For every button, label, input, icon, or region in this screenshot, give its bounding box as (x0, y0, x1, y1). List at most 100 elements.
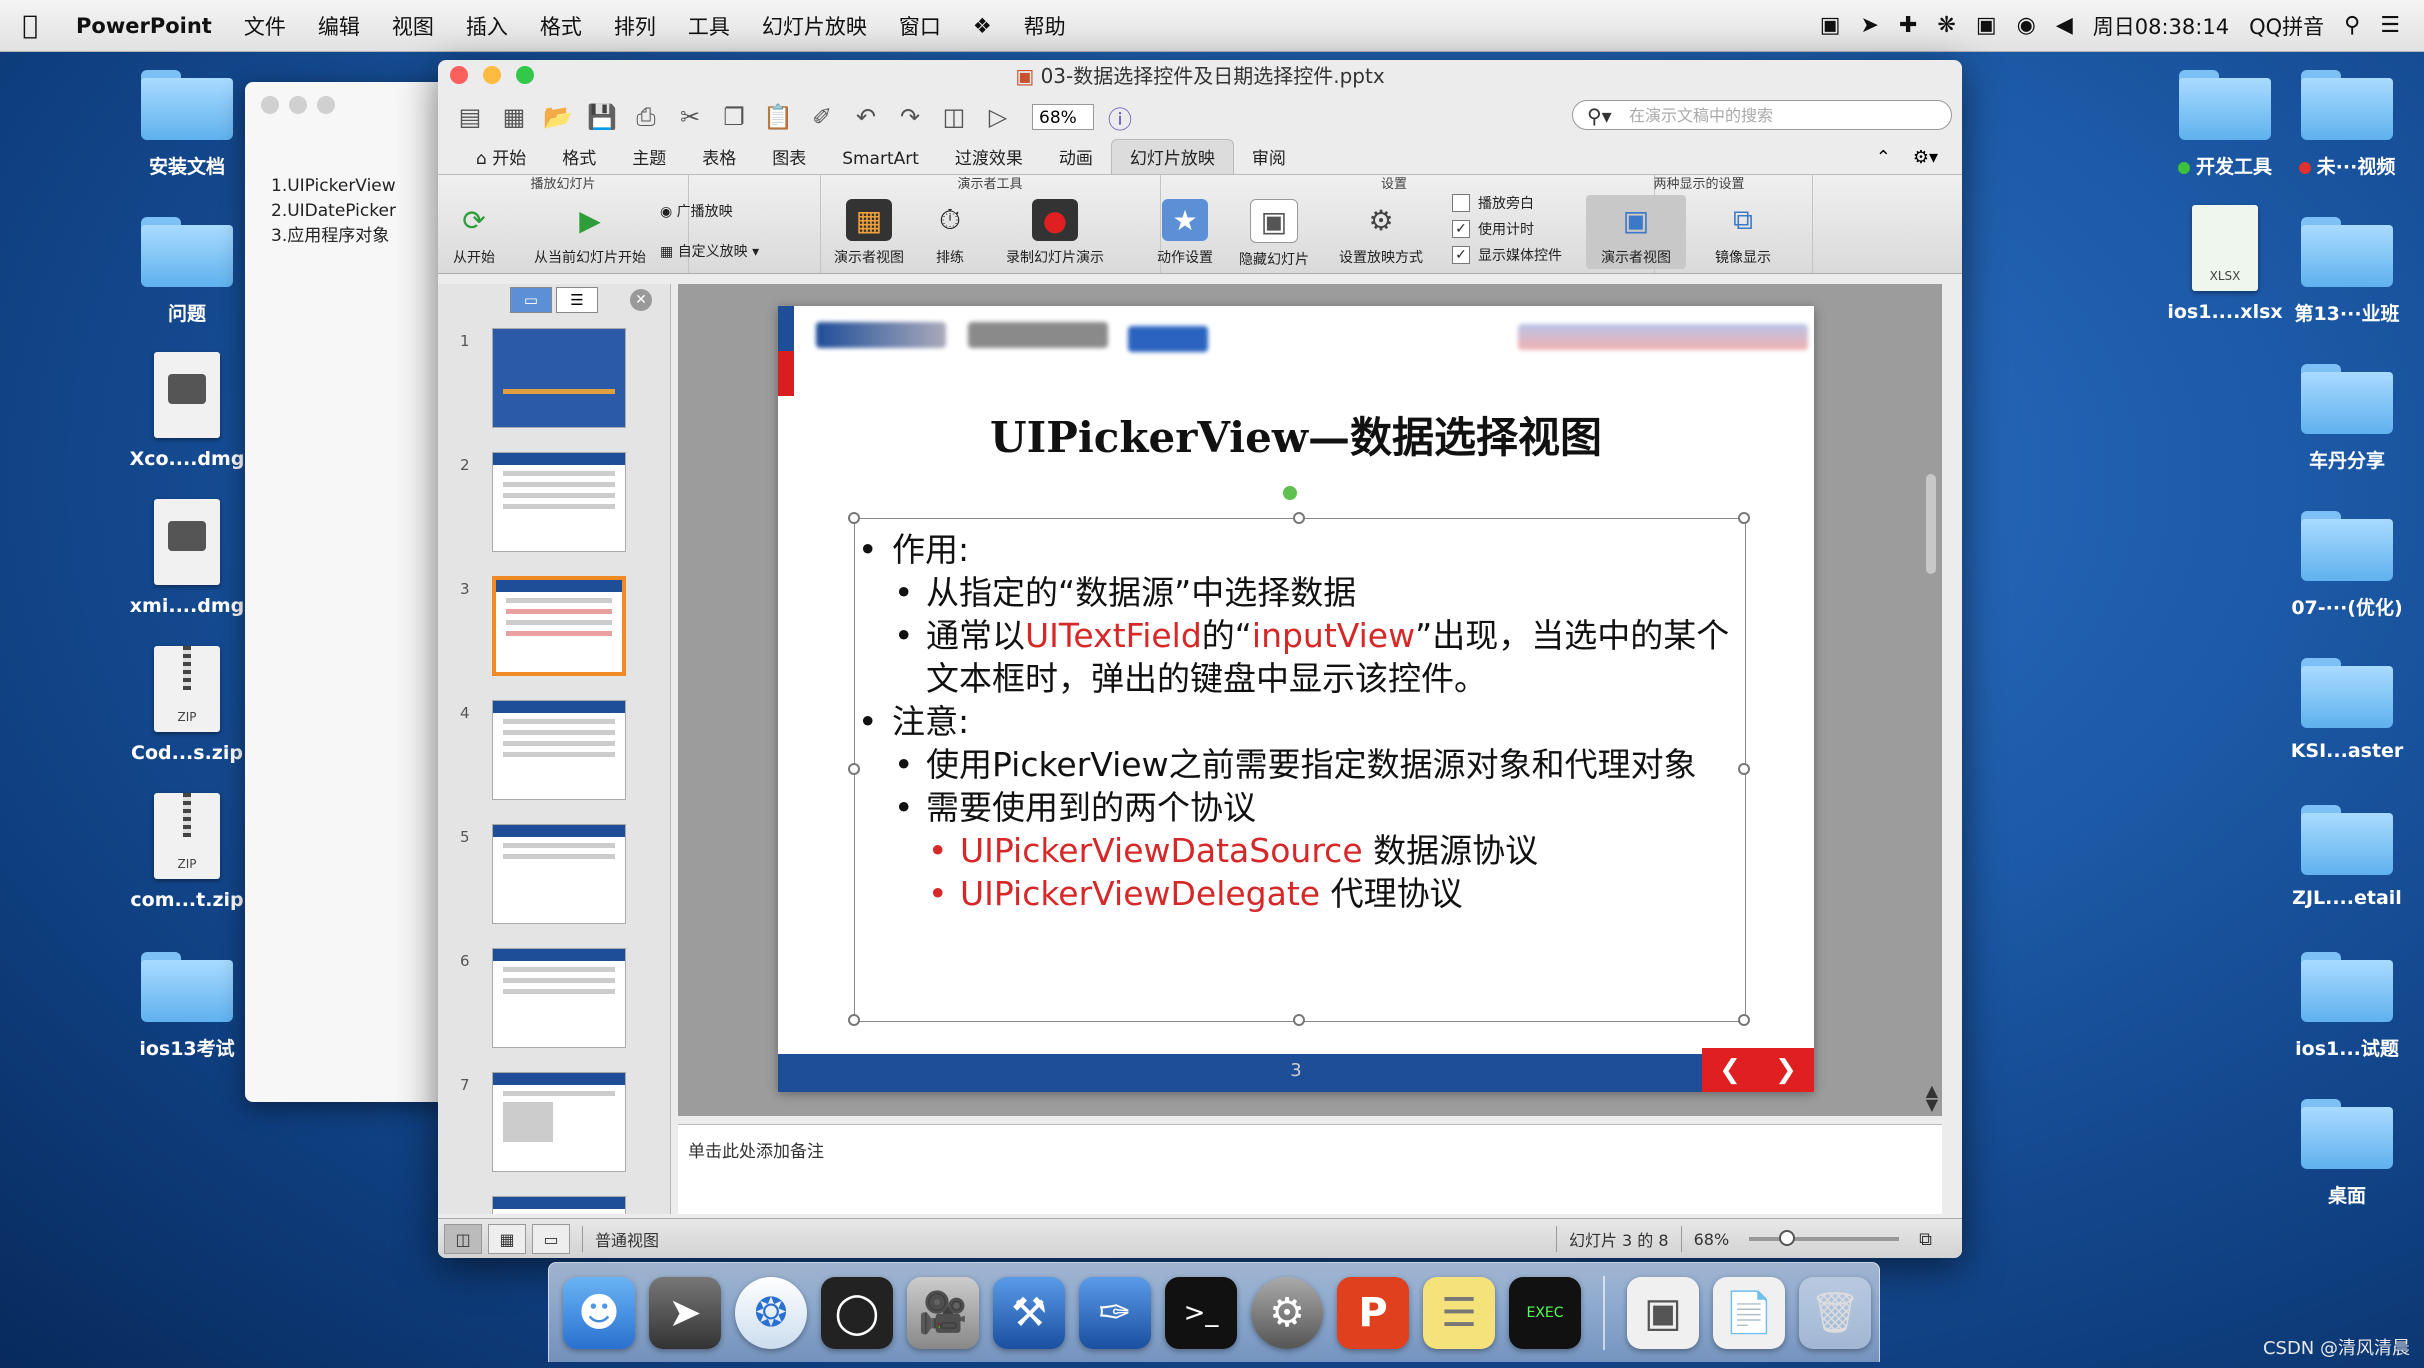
desktop-folder-zjl[interactable]: ZJL....etail (2262, 805, 2424, 909)
search-input[interactable]: ⚲▾ 在演示文稿中的搜索 (1572, 100, 1952, 130)
tab-smartart[interactable]: SmartArt (824, 145, 937, 174)
notes-icon[interactable]: ☰ (1423, 1276, 1495, 1349)
zoom-select[interactable]: 68% (1032, 104, 1094, 130)
show-media-controls-checkbox[interactable]: ✓ 显示媒体控件 (1452, 245, 1562, 265)
tab-tables[interactable]: 表格 (684, 140, 754, 174)
slide-thumbnail-4[interactable] (492, 700, 626, 800)
slide-show-view-icon[interactable]: ▭ (532, 1224, 570, 1254)
print-icon[interactable]: ⎙ (628, 101, 664, 133)
tab-animations[interactable]: 动画 (1041, 140, 1111, 174)
menu-file[interactable]: 文件 (228, 11, 302, 41)
hide-slide-button[interactable]: ▣ 隐藏幻灯片 (1234, 199, 1314, 269)
network-icon[interactable]: ❋ (1937, 13, 1955, 38)
menu-app-name[interactable]: PowerPoint (60, 14, 228, 38)
camera-icon[interactable]: ▣ (1820, 13, 1841, 38)
rotate-handle[interactable] (1283, 486, 1297, 500)
slide-thumbnail-2[interactable] (492, 452, 626, 552)
outline-window[interactable]: 1.UIPickerView 2.UIDatePicker 3.应用程序对象 (245, 82, 445, 1102)
tab-format[interactable]: 格式 (544, 140, 614, 174)
broadcast-button[interactable]: ◉ 广播放映 (660, 201, 733, 221)
desktop-folder-share[interactable]: 车丹分享 (2262, 364, 2424, 473)
tab-charts[interactable]: 图表 (754, 140, 824, 174)
slides-view-tab[interactable]: ▭ (510, 287, 552, 313)
desktop-folder-ios1-exam[interactable]: ios1...试题 (2262, 952, 2424, 1061)
from-current-slide-button[interactable]: ▶ 从当前幻灯片开始 (520, 199, 660, 267)
ribbon-settings-gear-icon[interactable]: ⚙▾ (1903, 147, 1962, 174)
resize-handle[interactable] (1738, 512, 1750, 524)
plus-icon[interactable]: ✚ (1899, 13, 1917, 38)
xcode-hammer-icon[interactable]: ⚒ (993, 1276, 1065, 1349)
prev-arrow-icon[interactable]: ❮ (1719, 1055, 1741, 1085)
presenter-view-button[interactable]: ▦ 演示者视图 (824, 199, 914, 267)
slide-show-icon[interactable]: ▷ (980, 101, 1016, 133)
slide-sorter-icon[interactable]: ▦ (488, 1224, 526, 1254)
resize-handle[interactable] (848, 1014, 860, 1026)
slide-editor[interactable]: UIPickerView—数据选择视图 作用: 从指定的“数据源”中选择数据 通… (678, 284, 1942, 1116)
script-icon[interactable]: ❖ (957, 14, 1008, 38)
copy-icon[interactable]: ❐ (716, 101, 752, 133)
slide-body-text[interactable]: 作用: 从指定的“数据源”中选择数据 通常以UITextField的“input… (852, 528, 1752, 915)
setup-show-button[interactable]: ⚙ 设置放映方式 (1326, 199, 1436, 267)
slide-thumbnail-3[interactable] (492, 576, 626, 676)
next-arrow-icon[interactable]: ❯ (1775, 1055, 1797, 1085)
menu-arrange[interactable]: 排列 (598, 11, 672, 41)
volume-icon[interactable]: ◀ (2056, 13, 2073, 38)
desktop-folder-desktop[interactable]: 桌面 (2262, 1099, 2424, 1208)
save-icon[interactable]: 💾 (584, 101, 620, 133)
slide-layout-icon[interactable]: ◫ (936, 101, 972, 133)
location-icon[interactable]: ➤ (1861, 13, 1879, 38)
system-preferences-gear-icon[interactable]: ⚙ (1251, 1276, 1323, 1349)
notes-pane[interactable]: 单击此处添加备注 (678, 1124, 1942, 1214)
tab-slide-show[interactable]: 幻灯片放映 (1110, 139, 1234, 174)
close-pane-icon[interactable]: ✕ (630, 289, 652, 311)
play-narration-checkbox[interactable]: 播放旁白 (1452, 193, 1534, 213)
zoom-slider-knob[interactable] (1779, 1230, 1796, 1246)
slide-thumbnail-8[interactable] (492, 1196, 626, 1214)
trash-icon[interactable]: 🗑 (1799, 1276, 1871, 1349)
slide-thumbnail-6[interactable] (492, 948, 626, 1048)
finder-icon[interactable]: ☻ (563, 1276, 635, 1349)
vertical-scrollbar[interactable] (1926, 474, 1936, 574)
tab-themes[interactable]: 主题 (614, 140, 684, 174)
from-start-button[interactable]: ⟳ 从开始 (444, 199, 504, 267)
powerpoint-icon[interactable]: P (1337, 1276, 1409, 1349)
menu-edit[interactable]: 编辑 (302, 11, 376, 41)
record-slide-show-button[interactable]: ● 录制幻灯片演示 (990, 199, 1120, 267)
console-icon[interactable]: EXEC (1509, 1276, 1581, 1349)
tab-transitions[interactable]: 过渡效果 (937, 140, 1041, 174)
resize-handle[interactable] (848, 512, 860, 524)
menu-slideshow[interactable]: 幻灯片放映 (746, 11, 883, 41)
open-icon[interactable]: 📂 (540, 101, 576, 133)
desktop-folder-ksi[interactable]: KSI...aster (2262, 658, 2424, 762)
normal-view-icon[interactable]: ◫ (444, 1224, 482, 1254)
custom-show-button[interactable]: ▦ 自定义放映 ▾ (660, 241, 759, 261)
desktop-folder-video[interactable]: 未···视频 (2262, 70, 2424, 179)
help-icon[interactable]: ⓘ (1102, 101, 1138, 134)
dual-presenter-view-button[interactable]: ▣ 演示者视图 (1586, 195, 1686, 269)
search-icon[interactable]: ⚲ (2344, 13, 2360, 38)
menu-window[interactable]: 窗口 (883, 11, 957, 41)
document-folder-icon[interactable]: 📄 (1713, 1276, 1785, 1349)
fit-window-icon[interactable]: ⧉ (1919, 1229, 1932, 1250)
page-nav-arrows-icon[interactable]: ▲ ▼ (1926, 1083, 1938, 1113)
minimize-icon[interactable] (289, 96, 307, 114)
launchpad-rocket-icon[interactable]: ➤ (649, 1276, 721, 1349)
resize-handle[interactable] (1293, 512, 1305, 524)
collapse-ribbon-icon[interactable]: ⌃ (1864, 147, 1903, 174)
templates-icon[interactable]: ▦ (496, 101, 532, 133)
resize-handle[interactable] (1738, 1014, 1750, 1026)
zoom-icon[interactable] (317, 96, 335, 114)
close-icon[interactable] (261, 96, 279, 114)
list-icon[interactable]: ☰ (2380, 13, 2400, 38)
mouse-icon[interactable]: ◯ (821, 1276, 893, 1349)
rehearse-button[interactable]: ⏱ 排练 (920, 199, 980, 267)
slide-thumbnail-7[interactable] (492, 1072, 626, 1172)
cut-icon[interactable]: ✂ (672, 101, 708, 133)
current-slide[interactable]: UIPickerView—数据选择视图 作用: 从指定的“数据源”中选择数据 通… (778, 306, 1814, 1092)
slide-thumbnail-1[interactable] (492, 328, 626, 428)
menu-help[interactable]: 帮助 (1008, 11, 1082, 41)
redo-icon[interactable]: ↷ (892, 101, 928, 133)
menu-clock[interactable]: 周日08:38:14 (2093, 11, 2229, 41)
menu-format[interactable]: 格式 (524, 11, 598, 41)
zoom-slider[interactable] (1749, 1230, 1900, 1246)
